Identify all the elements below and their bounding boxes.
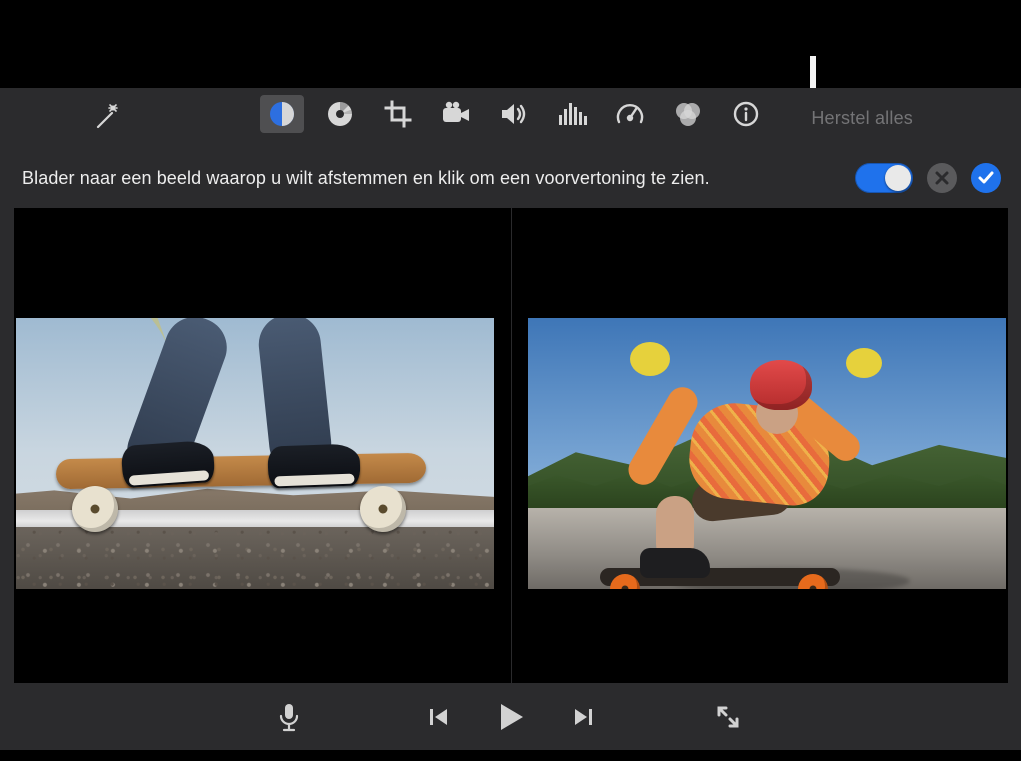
close-icon — [934, 170, 950, 186]
play-button[interactable] — [496, 702, 526, 732]
apply-controls — [855, 160, 1001, 196]
hint-text: Blader naar een beeld waarop u wilt afst… — [22, 168, 710, 189]
playback-bar — [0, 684, 1021, 750]
target-pane[interactable] — [511, 208, 1008, 683]
color-balance-icon — [267, 99, 297, 129]
clip-filter-button[interactable] — [666, 95, 710, 133]
equalizer-icon — [557, 101, 587, 127]
toggle-knob — [885, 165, 911, 191]
inspector-tool-row — [260, 95, 768, 133]
previous-frame-button[interactable] — [424, 702, 454, 732]
previous-frame-icon — [427, 705, 451, 729]
target-frame — [528, 318, 1006, 589]
split-viewer — [14, 208, 1008, 683]
clip-filter-icon — [673, 100, 703, 128]
next-frame-button[interactable] — [568, 702, 598, 732]
color-correction-button[interactable] — [318, 95, 362, 133]
reference-pane[interactable] — [14, 208, 511, 683]
color-correction-icon — [325, 99, 355, 129]
speed-button[interactable] — [608, 95, 652, 133]
crop-icon — [384, 100, 412, 128]
fullscreen-button[interactable] — [713, 702, 743, 732]
inspector-toolbar: Herstel alles — [0, 88, 1021, 144]
speedometer-icon — [615, 100, 645, 128]
cancel-button[interactable] — [927, 163, 957, 193]
info-button[interactable] — [724, 95, 768, 133]
next-frame-icon — [571, 705, 595, 729]
check-icon — [977, 169, 995, 187]
noise-reduction-button[interactable] — [550, 95, 594, 133]
crop-button[interactable] — [376, 95, 420, 133]
play-icon — [497, 702, 525, 732]
color-balance-button[interactable] — [260, 95, 304, 133]
video-camera-icon — [441, 101, 471, 127]
reference-frame — [16, 318, 494, 589]
effect-toggle[interactable] — [855, 163, 913, 193]
stabilization-button[interactable] — [434, 95, 478, 133]
magic-wand-icon — [93, 102, 123, 132]
volume-button[interactable] — [492, 95, 536, 133]
reset-all-button[interactable]: Herstel alles — [811, 108, 913, 129]
fullscreen-icon — [715, 704, 741, 730]
split-divider[interactable] — [511, 208, 512, 683]
voiceover-record-button[interactable] — [274, 702, 304, 732]
microphone-icon — [277, 702, 301, 732]
hint-bar: Blader naar een beeld waarop u wilt afst… — [0, 160, 1021, 196]
magic-wand-button[interactable] — [86, 98, 130, 136]
confirm-button[interactable] — [971, 163, 1001, 193]
volume-icon — [499, 101, 529, 127]
info-icon — [732, 100, 760, 128]
video-editor-inspector: Herstel alles Blader naar een beeld waar… — [0, 88, 1021, 750]
